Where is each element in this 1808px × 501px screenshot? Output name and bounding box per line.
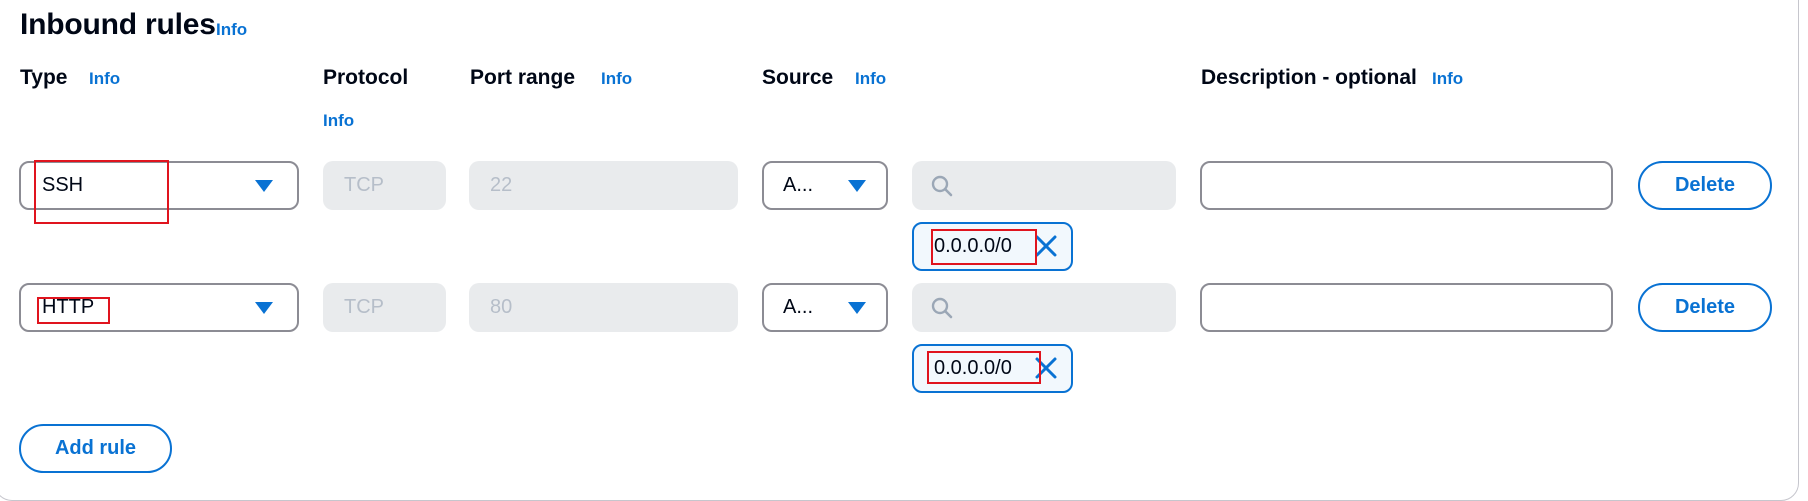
- delete-button-label: Delete: [1674, 296, 1736, 318]
- column-header-type: Type: [20, 66, 68, 89]
- remove-token-icon[interactable]: [1033, 355, 1059, 381]
- rule-1-description-input[interactable]: [1200, 161, 1613, 210]
- rule-2-port-range-field: 80: [469, 283, 738, 332]
- protocol-info-link[interactable]: Info: [323, 111, 354, 131]
- rule-1-type-select[interactable]: SSH: [19, 161, 299, 210]
- caret-down-icon: [848, 301, 866, 314]
- search-icon: [931, 297, 953, 319]
- search-icon: [931, 175, 953, 197]
- rule-2-source-type-select[interactable]: A...: [762, 283, 888, 332]
- rule-1-source-type-select[interactable]: A...: [762, 161, 888, 210]
- rule-2-protocol-field: TCP: [323, 283, 446, 332]
- delete-button-label: Delete: [1674, 174, 1736, 196]
- caret-down-icon: [848, 179, 866, 192]
- rule-1-port-value: 22: [490, 174, 513, 196]
- rule-2-source-search-input[interactable]: [912, 283, 1176, 332]
- caret-down-icon: [255, 179, 273, 192]
- description-info-link[interactable]: Info: [1432, 69, 1463, 89]
- rule-1-source-search-input[interactable]: [912, 161, 1176, 210]
- title-info-link[interactable]: Info: [216, 20, 247, 40]
- remove-token-icon[interactable]: [1033, 233, 1059, 259]
- column-header-protocol: Protocol: [323, 66, 409, 89]
- section-title-text: Inbound rules: [20, 8, 216, 41]
- rule-1-source-token: 0.0.0.0/0: [912, 222, 1073, 271]
- rule-2-type-select[interactable]: HTTP: [19, 283, 299, 332]
- rule-2-port-value: 80: [490, 296, 513, 318]
- source-info-link[interactable]: Info: [855, 69, 886, 89]
- rule-2-source-cidr: 0.0.0.0/0: [934, 357, 1012, 379]
- rule-2-source-token: 0.0.0.0/0: [912, 344, 1073, 393]
- add-rule-button[interactable]: Add rule: [19, 424, 172, 473]
- inbound-rules-panel: [0, 0, 1799, 501]
- add-rule-button-label: Add rule: [54, 437, 137, 459]
- type-info-link[interactable]: Info: [89, 69, 120, 89]
- rule-1-type-value: SSH: [42, 174, 84, 196]
- column-header-port-range: Port range: [470, 66, 576, 89]
- section-title: Inbound rules: [20, 8, 216, 42]
- caret-down-icon: [255, 301, 273, 314]
- rule-1-protocol-value: TCP: [344, 174, 384, 196]
- rule-1-delete-button[interactable]: Delete: [1638, 161, 1772, 210]
- rule-2-description-input[interactable]: [1200, 283, 1613, 332]
- rule-2-protocol-value: TCP: [344, 296, 384, 318]
- rule-1-protocol-field: TCP: [323, 161, 446, 210]
- rule-1-source-cidr: 0.0.0.0/0: [934, 235, 1012, 257]
- port-range-info-link[interactable]: Info: [601, 69, 632, 89]
- rule-1-source-type-value: A...: [783, 174, 814, 196]
- column-header-description: Description - optional: [1201, 66, 1417, 89]
- rule-1-port-range-field: 22: [469, 161, 738, 210]
- rule-2-delete-button[interactable]: Delete: [1638, 283, 1772, 332]
- rule-2-source-type-value: A...: [783, 296, 814, 318]
- column-header-source: Source: [762, 66, 834, 89]
- rule-2-type-value: HTTP: [42, 296, 95, 318]
